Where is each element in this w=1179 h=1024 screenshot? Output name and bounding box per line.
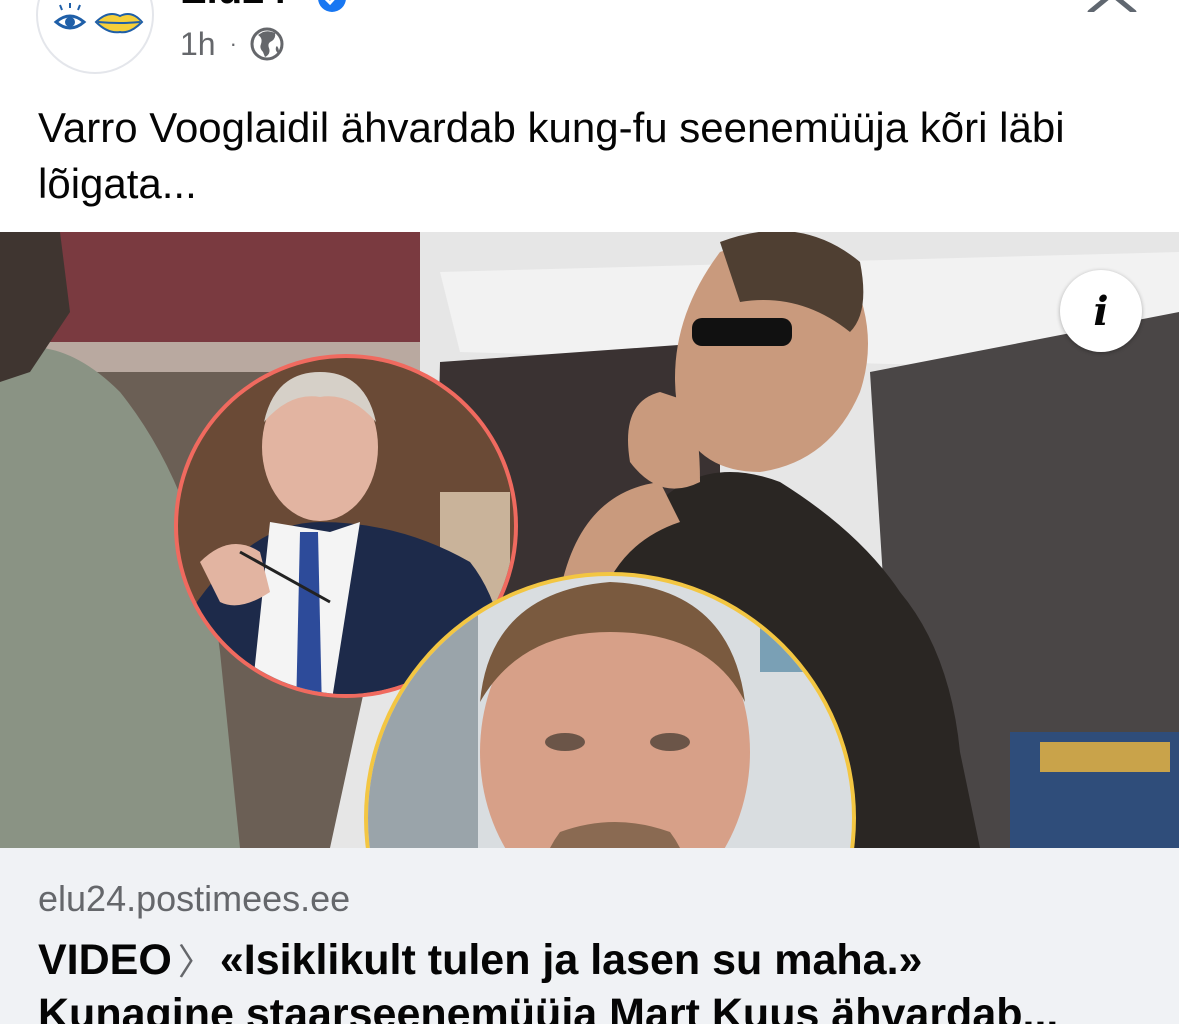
link-title-separator: 〉: [177, 941, 214, 982]
post-caption: Varro Vooglaidil ähvardab kung-fu seenem…: [38, 104, 1065, 207]
link-title[interactable]: VIDEO 〉 «Isiklikult tulen ja lasen su maha…: [38, 934, 1148, 1024]
link-title-line2: Kunagine staarseenemüüja Mart Kuus ähvar…: [38, 990, 1059, 1024]
info-button[interactable]: i: [1060, 270, 1142, 352]
globe-icon[interactable]: [249, 26, 285, 62]
meta-separator: ·: [229, 31, 237, 56]
page-name-link[interactable]: Elu24: [180, 0, 287, 10]
link-preview-footer[interactable]: elu24.postimees.ee VIDEO 〉 «Isiklikult tul…: [0, 848, 1179, 1024]
link-title-line1: «Isiklikult tulen ja lasen su maha.»: [219, 936, 923, 984]
facebook-post: Elu24 1h · Varro Vooglaidil ähvardab kun…: [0, 0, 1179, 1024]
link-title-prefix: VIDEO: [38, 936, 172, 984]
link-domain: elu24.postimees.ee: [38, 878, 351, 919]
close-icon[interactable]: [1086, 0, 1138, 12]
post-header: Elu24 1h ·: [0, 0, 1179, 90]
link-preview-image[interactable]: [0, 232, 1179, 848]
page-avatar[interactable]: [36, 0, 154, 74]
post-meta: 1h ·: [180, 24, 285, 64]
post-timestamp[interactable]: 1h: [180, 26, 216, 63]
verified-badge-icon: [318, 0, 346, 12]
